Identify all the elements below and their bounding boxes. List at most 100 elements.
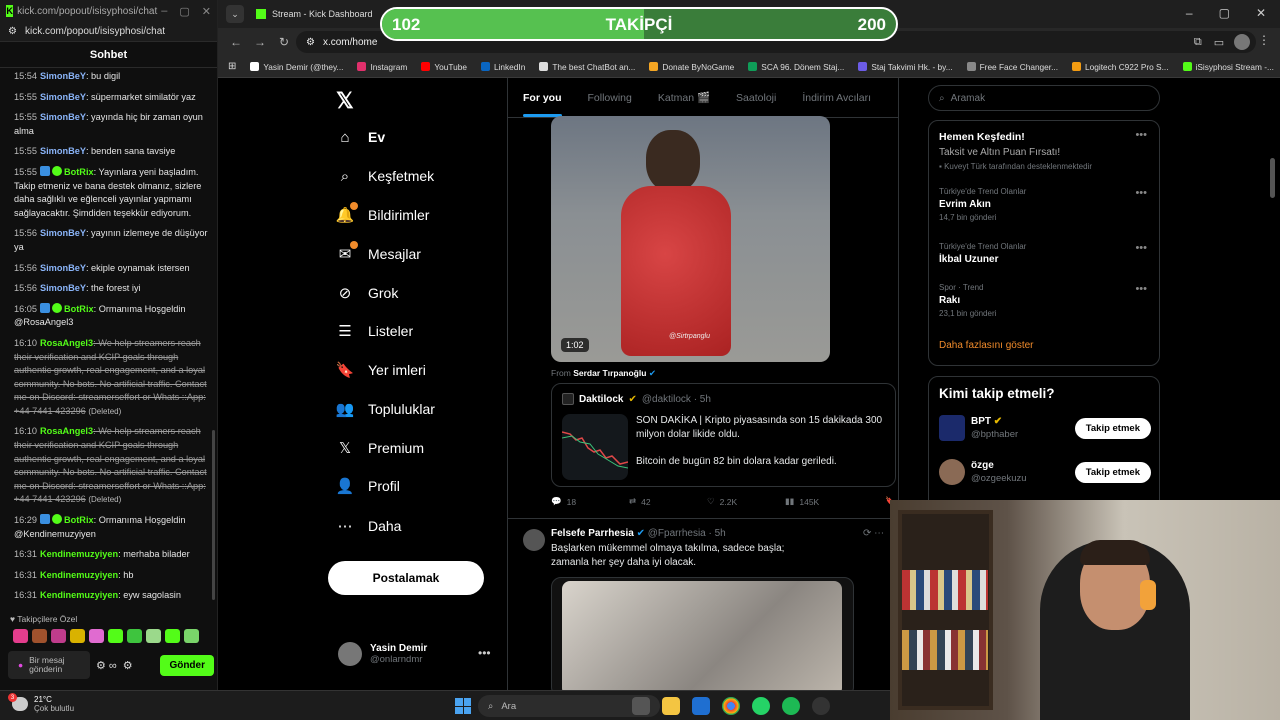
post-author-name[interactable]: Felsefe Parrhesia [551,528,634,539]
timeline-tab[interactable]: For you [523,92,562,117]
apps-icon[interactable]: ⊞ [228,61,236,72]
trend-item[interactable]: Spor · Trend Rakı 23,1 bin gönderi [939,283,996,318]
chat-username[interactable]: SimonBeY [40,146,86,156]
obs-icon[interactable] [812,697,830,715]
emote-icon[interactable] [108,629,123,643]
cast-icon[interactable]: ▭ [1214,36,1224,49]
site-info-icon[interactable]: ⚙ [306,37,315,48]
maximize-icon[interactable]: ▢ [179,5,189,18]
chat-settings-icon[interactable]: ⚙ ∞ [96,659,117,672]
more-icon[interactable]: ••• [1135,187,1147,199]
file-explorer-icon[interactable] [662,697,680,715]
follow-button[interactable]: Takip etmek [1074,461,1151,483]
bookmark-item[interactable]: Yasin Demir (@they... [250,62,343,72]
chat-username[interactable]: Kendinemuzyiyen [40,570,118,580]
back-icon[interactable]: ← [224,35,248,49]
nav-item-x-premium[interactable]: 𝕏 Premium [336,439,424,457]
timeline-tab[interactable]: İndirim Avcıları [802,92,871,104]
bookmark-item[interactable]: Staj Takvimi Hk. - by... [858,62,953,72]
task-view-icon[interactable] [632,697,650,715]
weather-widget[interactable]: 3 21°C Çok bulutlu [8,693,74,713]
whatsapp-icon[interactable] [752,697,770,715]
nav-item-mail[interactable]: ✉ Mesajlar [336,241,421,263]
repost-button[interactable]: ⇄ 42 [629,496,707,507]
more-icon[interactable]: ••• [478,646,491,660]
emote-icon[interactable] [127,629,142,643]
nav-item-list[interactable]: ☰ Listeler [336,322,413,340]
chat-username[interactable]: BotRix [64,304,94,314]
maximize-icon[interactable]: ▢ [1219,6,1230,20]
bookmark-item[interactable]: SCA 96. Dönem Staj... [748,62,844,72]
views-button[interactable]: ▮▮ 145K [785,496,863,507]
quoted-post[interactable]: Daktilock ✔ @daktilock · 5h SON DAKİKA |… [551,383,896,487]
emote-icon[interactable] [184,629,199,643]
account-switcher[interactable]: Yasin Demir @onlarndmr ••• [338,642,491,666]
emote-icon[interactable] [146,629,161,643]
more-icon[interactable]: ••• [1135,283,1147,295]
bookmark-item[interactable]: LinkedIn [480,62,525,72]
gear-icon[interactable]: ⚙ [123,659,133,672]
chat-username[interactable]: SimonBeY [40,228,86,238]
bookmark-item[interactable]: Logitech C922 Pro S... [1072,62,1169,72]
chat-username[interactable]: Kendinemuzyiyen [40,549,118,559]
trend-item[interactable]: Türkiye'de Trend Olanlar İkbal Uzuner [939,242,1026,265]
chat-username[interactable]: SimonBeY [40,71,86,81]
quoted-author-name[interactable]: Daktilock [579,394,623,405]
chat-username[interactable]: SimonBeY [40,263,86,273]
chat-username[interactable]: SimonBeY [40,92,86,102]
show-more-link[interactable]: Daha fazlasını göster [939,340,1034,351]
bookmark-item[interactable]: iSisyphosi Stream -... [1182,62,1274,72]
store-icon[interactable] [692,697,710,715]
kick-url[interactable]: kick.com/popout/isisyphosi/chat [25,26,165,37]
forward-icon[interactable]: → [248,35,272,49]
timeline-tab[interactable]: Following [588,92,632,104]
chat-message-list[interactable]: 15:54 SimonBeY: bu digil 15:55 SimonBeY: sü… [0,68,217,603]
trend-item[interactable]: Türkiye'de Trend Olanlar Evrim Akın 14,7… [939,187,1026,222]
menu-icon[interactable]: ⋮ [1258,33,1270,47]
from-name[interactable]: Serdar Tırpanoğlu [573,368,646,378]
nav-item-search[interactable]: ⌕ Keşfetmek [336,167,434,185]
send-button[interactable]: Gönder [160,654,214,676]
post-button[interactable]: Postalamak [328,561,484,595]
bookmark-item[interactable]: The best ChatBot an... [539,62,635,72]
close-icon[interactable]: ✕ [1256,6,1266,20]
x-logo-icon[interactable]: 𝕏 [336,88,354,114]
nav-item-home[interactable]: ⌂ Ev [336,128,385,146]
emote-picker-icon[interactable]: ● [18,660,23,670]
translate-icon[interactable]: ⧉ [1194,36,1202,49]
tab-search-icon[interactable]: ⌄ [226,5,244,23]
emote-icon[interactable] [51,629,66,643]
chat-username[interactable]: RosaAngel3 [40,338,93,348]
nav-item-grok[interactable]: ⊘ Grok [336,284,399,302]
minimize-icon[interactable]: – [1186,6,1193,20]
promoted-trend[interactable]: Hemen Keşfedin! Taksit ve Altın Puan Fır… [929,121,1159,181]
chat-username[interactable]: SimonBeY [40,283,86,293]
bookmark-item[interactable]: YouTube [421,62,467,72]
follow-button[interactable]: Takip etmek [1074,417,1151,439]
chat-input[interactable]: ● Bir mesaj gönderin [8,651,90,679]
reply-button[interactable]: 💬 18 [551,496,629,507]
chat-username[interactable]: Kendinemuzyiyen [40,590,118,600]
more-icon[interactable]: ••• [1135,129,1147,141]
chat-username[interactable]: RosaAngel3 [40,426,93,436]
page-scrollbar[interactable] [1270,158,1275,198]
emote-icon[interactable] [32,629,47,643]
avatar[interactable] [523,529,545,551]
profile-avatar[interactable] [1234,34,1250,50]
chat-scrollbar[interactable] [212,430,215,600]
timeline-tab[interactable]: Katman 🎬 [658,91,710,104]
emote-icon[interactable] [13,629,28,643]
spotify-icon[interactable] [782,697,800,715]
reload-icon[interactable]: ↻ [272,35,296,49]
follow-suggestion[interactable]: BPT ✔ @bpthaber Takip etmek [939,415,1151,441]
nav-item-bell[interactable]: 🔔 Bildirimler [336,202,429,224]
like-button[interactable]: ♡ 2.2K [707,496,785,507]
bookmark-item[interactable]: Instagram [357,62,407,72]
search-input[interactable]: ⌕ Aramak [928,85,1160,111]
grok-actions-icon[interactable]: ⟳ ⋯ [863,528,884,539]
video-player[interactable]: 1:02 @Sirtrpanglu [551,116,830,362]
follow-suggestion[interactable]: özge @ozgeekuzu Takip etmek [939,459,1151,485]
emote-icon[interactable] [89,629,104,643]
more-icon[interactable]: ••• [1135,242,1147,254]
start-icon[interactable] [455,698,471,714]
